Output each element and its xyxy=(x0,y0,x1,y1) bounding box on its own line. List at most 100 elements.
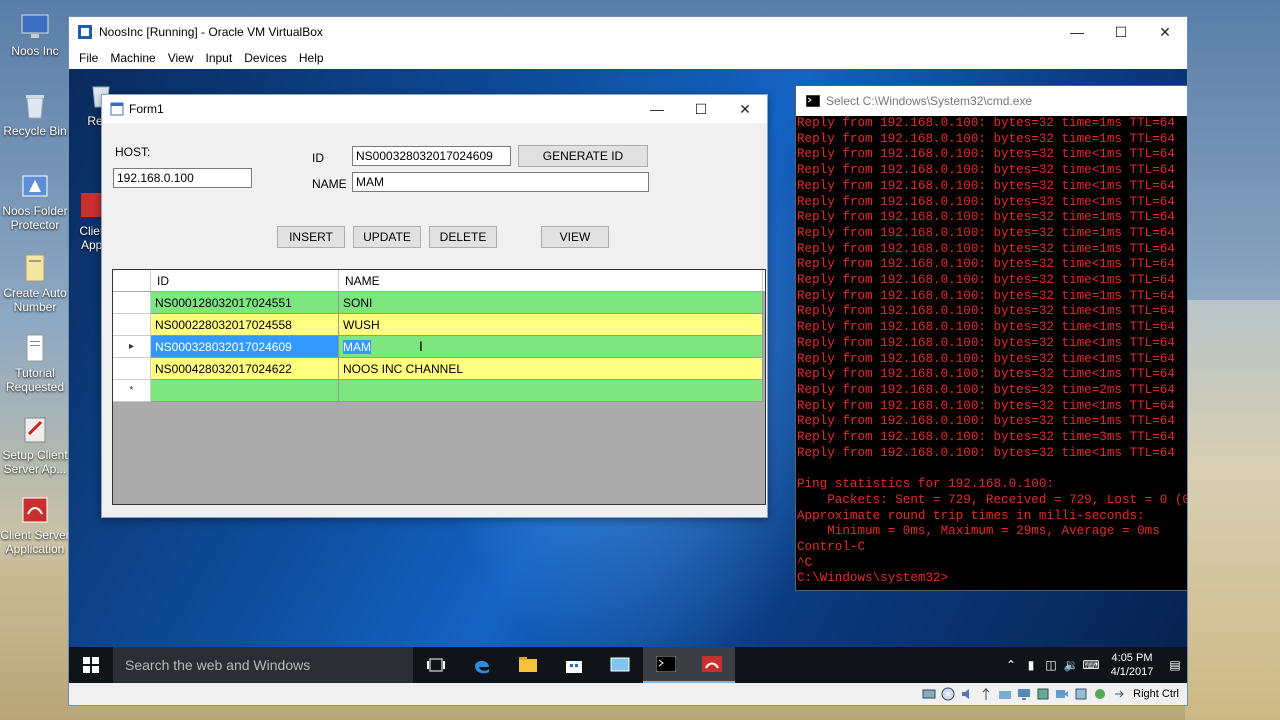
cmd-output-line: Reply from 192.168.0.100: bytes=32 time=… xyxy=(797,430,1175,445)
maximize-button[interactable]: ☐ xyxy=(1099,17,1143,47)
cell-name-editing[interactable]: MAM I xyxy=(339,336,763,358)
data-grid[interactable]: ID NAME NS000128032017024551 SONI NS0002… xyxy=(112,269,766,505)
desktop-icon-create-auto-number[interactable]: Create Auto Number xyxy=(0,252,70,314)
status-keyboard-button[interactable] xyxy=(1111,686,1127,702)
shared-folder-icon xyxy=(999,691,1012,699)
action-center-button[interactable]: ▤ xyxy=(1163,647,1187,683)
delete-button[interactable]: DELETE xyxy=(429,226,497,248)
status-recording-button[interactable] xyxy=(1054,686,1070,702)
table-row[interactable]: NS000428032017024622 NOOS INC CHANNEL xyxy=(113,358,763,380)
menu-input[interactable]: Input xyxy=(200,51,239,65)
table-row-new[interactable]: * xyxy=(113,380,763,402)
row-header[interactable] xyxy=(113,358,151,380)
status-display-button[interactable] xyxy=(1016,686,1032,702)
taskbar-edge[interactable] xyxy=(459,647,505,683)
cell-name-new[interactable] xyxy=(339,380,763,402)
desktop-icon-tutorial-requested[interactable]: Tutorial Requested xyxy=(0,332,70,394)
id-input[interactable] xyxy=(352,146,511,166)
cmd-output[interactable]: Reply from 192.168.0.100: bytes=32 time=… xyxy=(796,116,1187,590)
cell-id-selected[interactable]: NS000328032017024609 xyxy=(151,336,339,358)
update-button[interactable]: UPDATE xyxy=(353,226,421,248)
status-mouse-button[interactable] xyxy=(1092,686,1108,702)
form1-minimize-button[interactable]: — xyxy=(635,94,679,124)
minimize-button[interactable]: — xyxy=(1055,17,1099,47)
cell-id-new[interactable] xyxy=(151,380,339,402)
optical-disk-icon xyxy=(941,687,955,701)
cell-id[interactable]: NS000428032017024622 xyxy=(151,358,339,380)
close-icon: ✕ xyxy=(1159,23,1171,40)
row-header[interactable] xyxy=(113,314,151,336)
desktop-icon-client-server-app[interactable]: Client Server Application xyxy=(0,494,70,556)
taskbar-control-panel[interactable] xyxy=(597,647,643,683)
cmd-titlebar[interactable]: Select C:\Windows\System32\cmd.exe xyxy=(796,86,1187,116)
tray-network[interactable]: ◫ xyxy=(1041,647,1061,683)
column-header-id[interactable]: ID xyxy=(151,270,339,291)
show-hidden-icons-button[interactable]: ⌃ xyxy=(1001,647,1021,683)
tray-keyboard[interactable]: ⌨ xyxy=(1081,647,1101,683)
form1-maximize-button[interactable]: ☐ xyxy=(679,94,723,124)
status-usb-button[interactable] xyxy=(978,686,994,702)
status-audio-button[interactable] xyxy=(959,686,975,702)
name-input[interactable] xyxy=(352,172,649,192)
close-button[interactable]: ✕ xyxy=(1143,17,1187,47)
table-row[interactable]: NS000128032017024551 SONI xyxy=(113,292,763,314)
taskbar-task-view[interactable] xyxy=(413,647,459,683)
menu-view[interactable]: View xyxy=(162,51,200,65)
cmd-output-line: Reply from 192.168.0.100: bytes=32 time<… xyxy=(797,163,1175,178)
start-button[interactable] xyxy=(69,647,113,683)
desktop-icon-recycle-bin[interactable]: Recycle Bin xyxy=(0,90,70,138)
form1-close-button[interactable]: ✕ xyxy=(723,94,767,124)
cell-name[interactable]: WUSH xyxy=(339,314,763,336)
table-row[interactable]: NS000228032017024558 WUSH xyxy=(113,314,763,336)
cell-name[interactable]: SONI xyxy=(339,292,763,314)
taskbar-clock[interactable]: 4:05 PM 4/1/2017 xyxy=(1101,651,1163,679)
tray-battery[interactable]: ▮ xyxy=(1021,647,1041,683)
host-input[interactable] xyxy=(113,168,252,188)
maximize-icon: ☐ xyxy=(694,100,708,117)
taskbar-client-app[interactable] xyxy=(689,647,735,683)
form1-title: Form1 xyxy=(129,102,164,116)
menu-devices[interactable]: Devices xyxy=(238,51,293,65)
insert-button[interactable]: INSERT xyxy=(277,226,345,248)
grid-header: ID NAME xyxy=(113,270,765,292)
cmd-icon xyxy=(656,656,676,672)
cmd-output-line: Reply from 192.168.0.100: bytes=32 time=… xyxy=(797,116,1175,130)
table-row-selected[interactable]: ▸ NS000328032017024609 MAM I xyxy=(113,336,763,358)
column-header-name[interactable]: NAME xyxy=(339,270,763,291)
view-button[interactable]: VIEW xyxy=(541,226,609,248)
taskbar-cmd[interactable] xyxy=(643,647,689,683)
cmd-output-line: Reply from 192.168.0.100: bytes=32 time=… xyxy=(797,131,1175,146)
row-header-current[interactable]: ▸ xyxy=(113,336,151,358)
status-shared-folders-button[interactable] xyxy=(997,686,1013,702)
clock-date: 4/1/2017 xyxy=(1110,666,1154,678)
desktop-icon-noos-inc[interactable]: Noos Inc xyxy=(0,10,70,58)
cell-id[interactable]: NS000128032017024551 xyxy=(151,292,339,314)
cell-id[interactable]: NS000228032017024558 xyxy=(151,314,339,336)
status-hdd-button[interactable] xyxy=(921,686,937,702)
generate-id-button[interactable]: GENERATE ID xyxy=(518,145,648,167)
tray-volume[interactable]: 🔉 xyxy=(1061,647,1081,683)
taskbar-file-explorer[interactable] xyxy=(505,647,551,683)
status-optical-button[interactable] xyxy=(940,686,956,702)
row-header-new[interactable]: * xyxy=(113,380,151,402)
virtualbox-titlebar[interactable]: NoosInc [Running] - Oracle VM VirtualBox… xyxy=(69,17,1187,47)
taskbar-store[interactable] xyxy=(551,647,597,683)
cmd-output-line: Reply from 192.168.0.100: bytes=32 time=… xyxy=(797,225,1175,240)
desktop-icon-setup-client-server[interactable]: Setup Client Server Ap... xyxy=(0,414,70,476)
row-header[interactable] xyxy=(113,292,151,314)
taskbar-search-box[interactable]: Search the web and Windows xyxy=(113,647,413,683)
form1-titlebar[interactable]: Form1 — ☐ ✕ xyxy=(102,95,767,123)
file-explorer-icon xyxy=(519,657,537,672)
cell-name[interactable]: NOOS INC CHANNEL xyxy=(339,358,763,380)
form-icon xyxy=(110,102,124,116)
menu-machine[interactable]: Machine xyxy=(104,51,161,65)
host-key-arrow-icon xyxy=(1115,690,1124,698)
cmd-output-line: Reply from 192.168.0.100: bytes=32 time=… xyxy=(797,288,1175,303)
status-cpu-button[interactable] xyxy=(1073,686,1089,702)
menu-help[interactable]: Help xyxy=(293,51,330,65)
menu-file[interactable]: File xyxy=(73,51,104,65)
desktop-icon-folder-protector[interactable]: Noos Folder Protector xyxy=(0,170,70,232)
cell-name-selected-text[interactable]: MAM xyxy=(343,340,371,354)
cmd-icon xyxy=(806,95,820,107)
status-network-button[interactable] xyxy=(1035,686,1051,702)
